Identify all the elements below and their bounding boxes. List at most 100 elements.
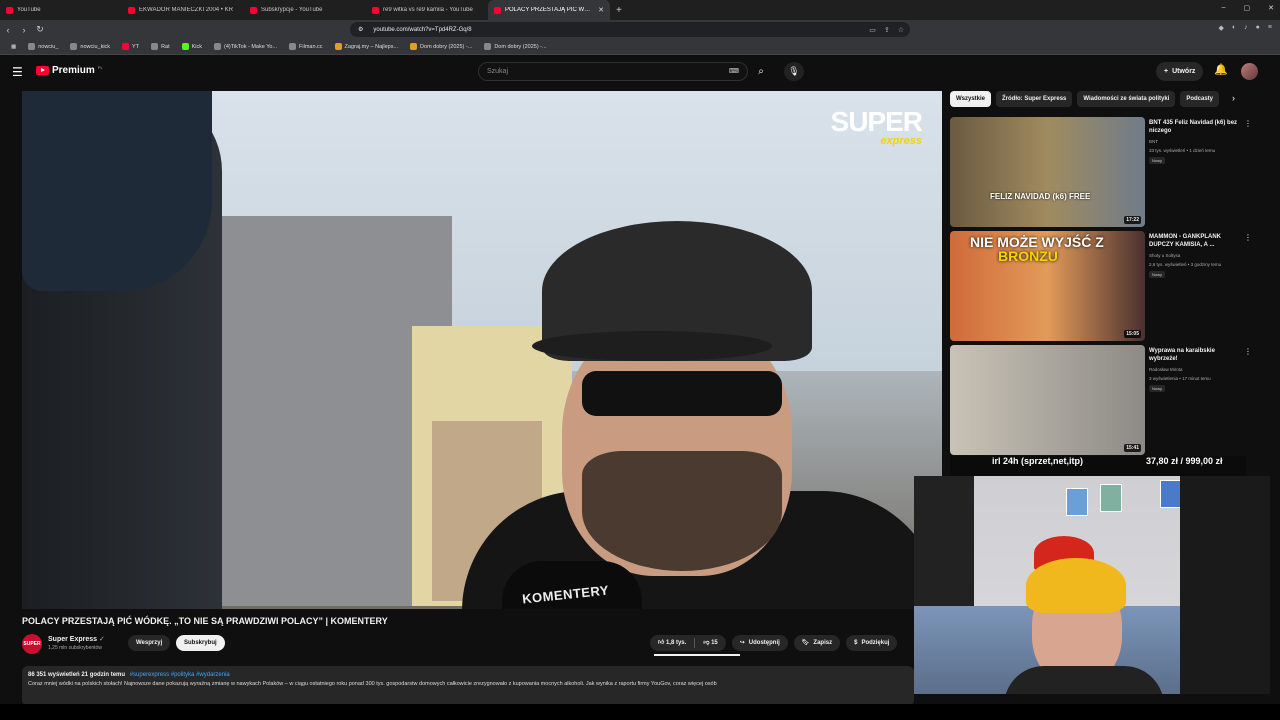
forward-arrow-icon[interactable]: › xyxy=(16,25,32,35)
thumbs-up-icon: 👍︎ xyxy=(658,640,665,646)
youtube-favicon-icon xyxy=(250,6,257,14)
hashtags[interactable]: #superexpress #polityka #wydarzenia xyxy=(130,672,230,678)
youtube-favicon-icon xyxy=(372,6,379,14)
microphone-icon[interactable]: 🎙 xyxy=(784,62,804,81)
search-icon[interactable]: ⌕ xyxy=(750,62,772,81)
more-vert-icon[interactable]: ⋮ xyxy=(1244,347,1252,356)
recommended-title[interactable]: Wyprawa na karaibskie wybrzeże! xyxy=(1149,347,1241,363)
video-thumbnail[interactable]: NIE MOŻE WYJŚĆ Z BRONZU 15:05 xyxy=(950,231,1145,341)
support-button[interactable]: Wesprzyj xyxy=(128,635,171,651)
chip-politics[interactable]: Wiadomości ze świata polityki xyxy=(1077,91,1176,107)
close-tab-icon[interactable]: ✕ xyxy=(598,6,604,14)
bookmark-item[interactable]: nowciu_kick xyxy=(65,43,115,50)
new-tab-button[interactable]: + xyxy=(610,5,628,16)
browser-tab[interactable]: re9 witka vs re9 kamila - YouTube xyxy=(366,0,488,20)
browser-tab-active[interactable]: POLACY PRZESTAJĄ PIĆ WÓDKI ✕ xyxy=(488,0,610,20)
hamburger-menu-icon[interactable]: ☰ xyxy=(12,65,23,79)
recommended-channel[interactable]: BNT xyxy=(1149,139,1249,144)
save-button[interactable]: 🔖︎ Zapisz xyxy=(793,635,841,651)
browser-tab-bar: YouTube EKWADOR MANIECZKI 2004 • KR Subs… xyxy=(0,0,1280,20)
like-dislike-group: 👍︎ 1,8 tys. 👎︎ 15 xyxy=(650,635,726,651)
more-vert-icon[interactable]: ⋮ xyxy=(1244,119,1252,128)
search-input[interactable]: Szukaj ⌨ xyxy=(478,62,748,81)
browser-tab[interactable]: EKWADOR MANIECZKI 2004 • KR xyxy=(122,0,244,20)
site-info-icon[interactable]: ⚙ xyxy=(358,26,363,33)
film-icon xyxy=(289,43,297,50)
url-text: youtube.com/watch?v=Tpd4RZ-Gq/8 xyxy=(373,26,472,33)
video-interviewee xyxy=(502,221,832,609)
apps-icon[interactable]: ▦ xyxy=(6,44,21,50)
recommended-video[interactable]: 15:41 Wyprawa na karaibskie wybrzeże! Ra… xyxy=(950,345,1260,455)
thanks-button[interactable]: $ Podziękuj xyxy=(846,635,898,651)
youtube-icon xyxy=(122,43,130,50)
recommended-meta: 3 wyświetlenia • 17 minut temu xyxy=(1149,376,1211,381)
recommended-video[interactable]: NIE MOŻE WYJŚĆ Z BRONZU 15:05 MAMMON - G… xyxy=(950,231,1260,341)
bookmark-item[interactable]: Filman.cc xyxy=(284,43,328,50)
reload-icon[interactable]: ↻ xyxy=(32,24,48,35)
maximize-icon[interactable]: ▢ xyxy=(1244,4,1251,12)
notifications-bell-icon[interactable]: 🔔 xyxy=(1214,63,1228,76)
recommended-channel[interactable]: Shoty u Soltysa xyxy=(1149,253,1249,258)
recommended-video[interactable]: FELIZ NAVIDAD (k6) FREE 17:22 BNT 435 Fe… xyxy=(950,117,1260,227)
recommended-channel[interactable]: Radosław Mirota xyxy=(1149,367,1249,372)
profile-icon[interactable]: ● xyxy=(1256,24,1260,32)
bookmark-item[interactable]: (4)TikTok - Make Yo... xyxy=(209,43,282,50)
bookmark-item[interactable]: YT xyxy=(117,43,144,50)
video-beard xyxy=(582,451,782,571)
create-button[interactable]: + Utwórz xyxy=(1156,62,1204,81)
video-description[interactable]: 86 351 wyświetleń 21 godzin temu #supere… xyxy=(22,666,914,706)
channel-name[interactable]: Super Express ✓ xyxy=(48,635,105,643)
recommended-title[interactable]: MAMMON - GANKPLANK DUPCZY KAMISIA, A ... xyxy=(1149,233,1241,249)
dislike-button[interactable]: 👎︎ 15 xyxy=(695,635,725,651)
close-window-icon[interactable]: ✕ xyxy=(1268,4,1274,12)
thanks-icon: $ xyxy=(854,640,858,646)
video-actions: 👍︎ 1,8 tys. 👎︎ 15 ↪ Udostępnij 🔖︎ Zapisz $… xyxy=(650,635,898,651)
video-player[interactable]: KOMENTERY SUPER express xyxy=(22,91,942,609)
browser-tab[interactable]: Subskrypcje - YouTube xyxy=(244,0,366,20)
chevron-right-icon[interactable]: › xyxy=(1232,93,1235,103)
share-button[interactable]: ↪ Udostępnij xyxy=(731,635,788,651)
browser-tab[interactable]: YouTube xyxy=(0,0,122,20)
youtube-header: ☰ Premium PL Szukaj ⌨ ⌕ 🎙 + Utwórz 🔔 xyxy=(0,56,1280,88)
share-icon[interactable]: ⇪ xyxy=(884,26,890,34)
film-icon xyxy=(410,43,418,50)
video-beanie xyxy=(22,91,212,291)
share-arrow-icon: ↪ xyxy=(739,640,745,646)
new-badge: Nowy xyxy=(1149,157,1166,164)
chip-source[interactable]: Źródło: Super Express xyxy=(996,91,1073,107)
bookmark-star-icon[interactable]: ☆ xyxy=(898,26,904,34)
minimize-icon[interactable]: – xyxy=(1222,4,1226,12)
chip-podcasts[interactable]: Podcasty xyxy=(1180,91,1220,107)
thumbs-down-icon: 👎︎ xyxy=(703,640,710,646)
subscribe-button[interactable]: Subskrybuj xyxy=(176,635,225,651)
bookmark-item[interactable]: Dom dobry (2025) -... xyxy=(479,43,551,50)
streamer-webcam xyxy=(914,476,1270,694)
recommended-title[interactable]: BNT 435 Feliz Navidad (k6) bez niczego xyxy=(1149,119,1241,135)
keyboard-icon[interactable]: ⌨ xyxy=(729,67,739,75)
more-vert-icon[interactable]: ⋮ xyxy=(1244,233,1252,242)
bookmark-item[interactable]: Rat xyxy=(146,43,175,50)
extension-icon[interactable]: ◐ xyxy=(1232,24,1236,32)
bookmark-item[interactable]: Zagraj.my – Najleps... xyxy=(330,43,404,50)
webcam-chicken-hat xyxy=(1026,558,1126,613)
address-bar[interactable]: ⚙ youtube.com/watch?v=Tpd4RZ-Gq/8 ▭ ⇪ ☆ xyxy=(350,22,910,37)
bookmark-item[interactable]: Dom dobry (2025) -... xyxy=(405,43,477,50)
extensions-area: ◆ ◐ ♪ ● ≡ xyxy=(1219,24,1272,32)
like-button[interactable]: 👍︎ 1,8 tys. xyxy=(650,635,694,651)
browser-menu-icon[interactable]: ≡ xyxy=(1268,24,1272,32)
install-icon[interactable]: ▭ xyxy=(869,26,876,34)
youtube-logo[interactable]: Premium PL xyxy=(36,65,103,76)
video-thumbnail[interactable]: 15:41 xyxy=(950,345,1145,455)
video-thumbnail[interactable]: FELIZ NAVIDAD (k6) FREE 17:22 xyxy=(950,117,1145,227)
bookmark-item[interactable]: nowciu_ xyxy=(23,43,63,50)
youtube-favicon-icon xyxy=(6,6,13,14)
back-arrow-icon[interactable]: ‹ xyxy=(0,25,16,35)
channel-avatar[interactable]: SUPER xyxy=(22,634,42,654)
extension-icon[interactable]: ◆ xyxy=(1219,24,1224,32)
donation-goal-amount: 37,80 zł / 999,00 zł xyxy=(1146,456,1223,466)
bookmark-item[interactable]: Kick xyxy=(177,43,207,50)
like-ratio-bar xyxy=(654,654,740,656)
avatar[interactable] xyxy=(1241,63,1258,80)
extension-icon[interactable]: ♪ xyxy=(1244,24,1248,32)
chip-all[interactable]: Wszystkie xyxy=(950,91,992,107)
